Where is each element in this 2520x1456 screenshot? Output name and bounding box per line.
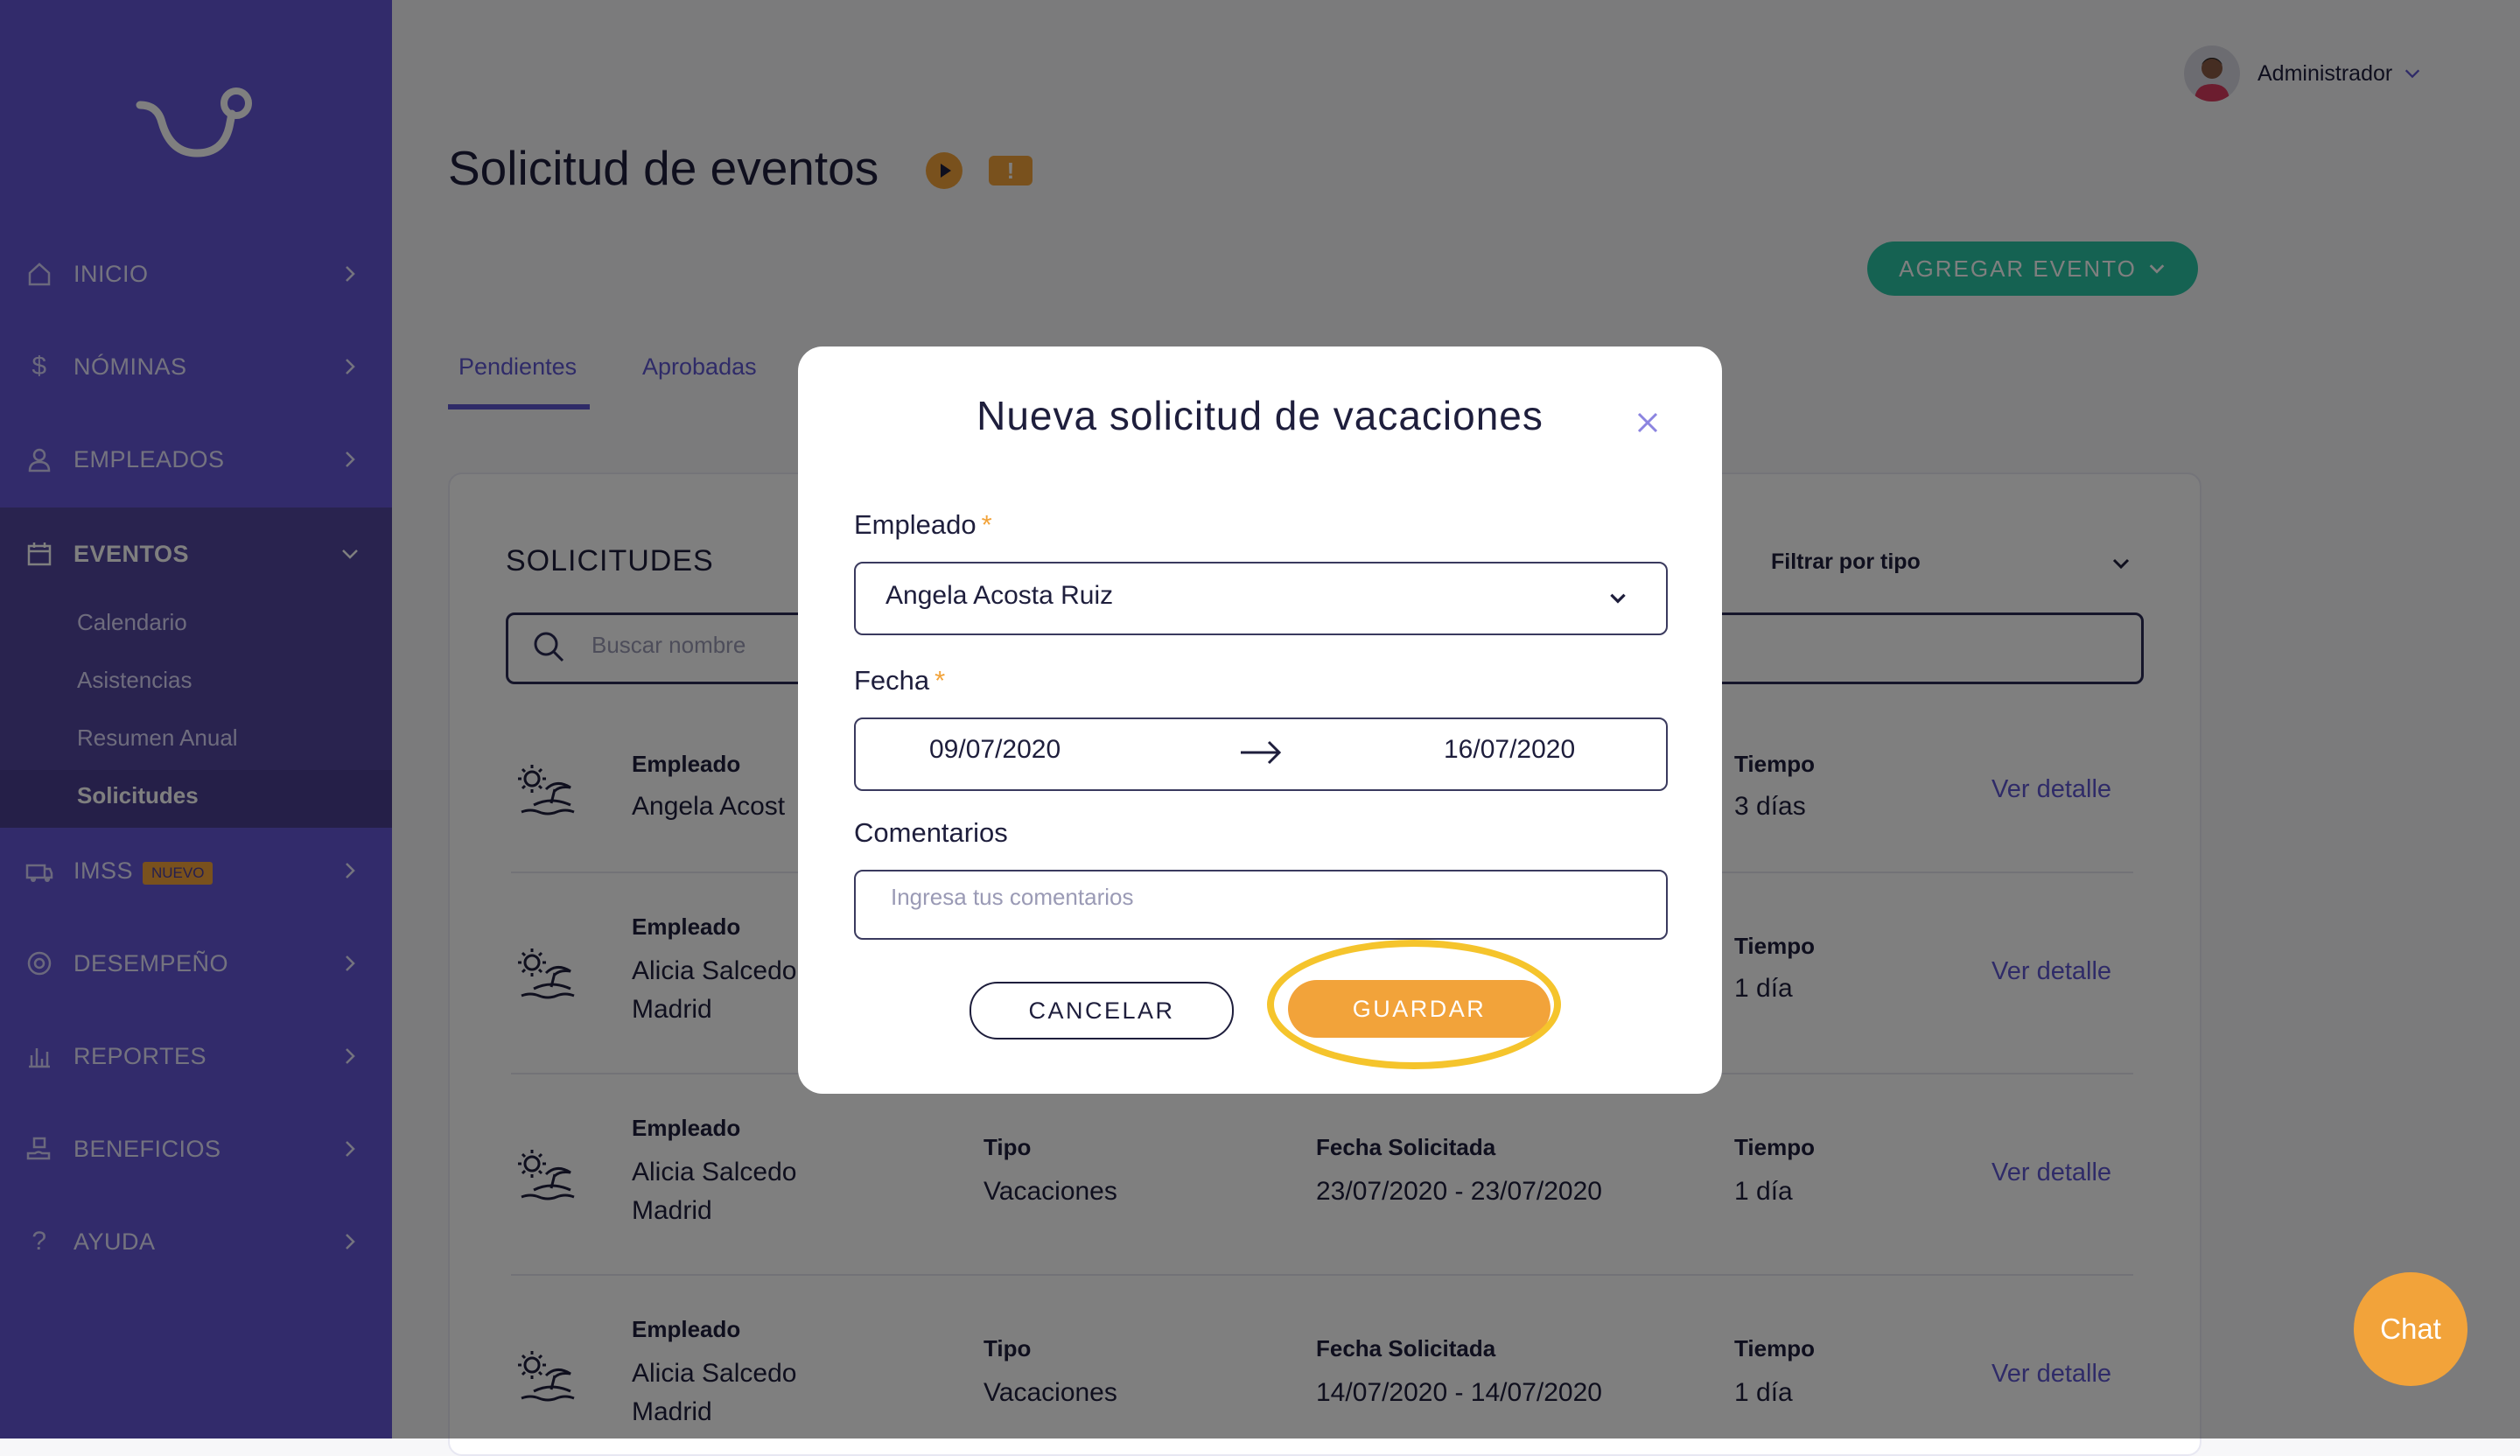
modal-title: Nueva solicitud de vacaciones (976, 393, 1544, 438)
new-vacation-request-modal: Nueva solicitud de vacaciones Empleado * … (798, 346, 1722, 1094)
arrow-right-icon (1241, 740, 1282, 765)
employee-label: Empleado * (854, 509, 992, 540)
chevron-down-icon (1610, 593, 1626, 604)
required-mark: * (934, 665, 946, 696)
chat-button[interactable]: Chat (2354, 1272, 2468, 1386)
end-date-input[interactable]: 16/07/2020 (1444, 735, 1575, 765)
required-mark: * (981, 509, 992, 540)
cancel-button[interactable]: CANCELAR (970, 982, 1234, 1040)
start-date-input[interactable]: 09/07/2020 (929, 735, 1060, 765)
comments-label: Comentarios (854, 817, 1008, 848)
comments-placeholder: Ingresa tus comentarios (891, 884, 1134, 910)
date-label: Fecha * (854, 665, 946, 696)
close-icon[interactable] (1634, 410, 1661, 436)
highlight-ring (1267, 940, 1561, 1069)
employee-select-value: Angela Acosta Ruiz (886, 581, 1114, 610)
